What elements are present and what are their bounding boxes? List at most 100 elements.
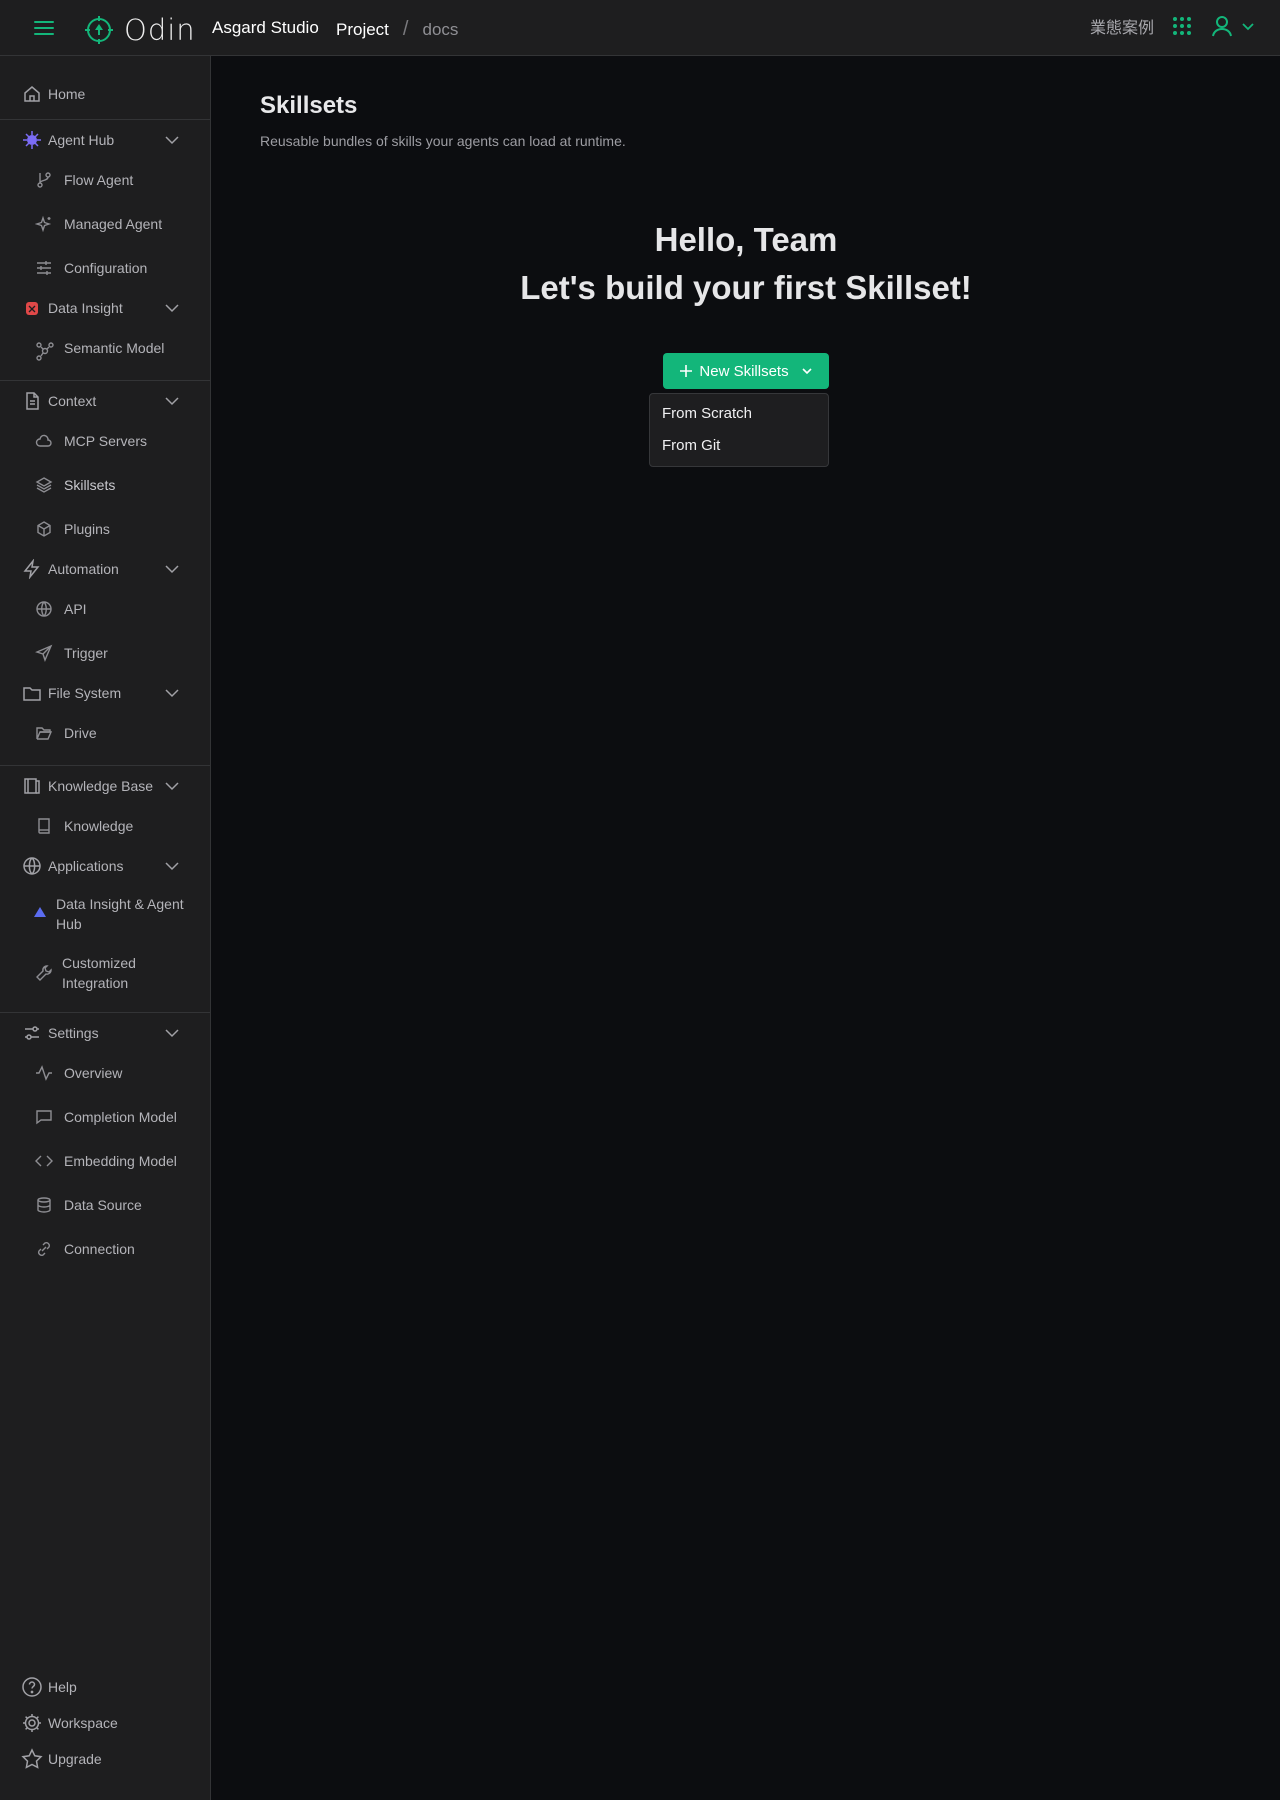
sidebar-item-knowledge[interactable]: Knowledge: [0, 816, 210, 836]
sidebar-item-managed-agent[interactable]: Managed Agent: [0, 214, 210, 234]
chevron-down-icon[interactable]: [164, 561, 180, 577]
industry-cases-link[interactable]: 業態案例: [1090, 14, 1154, 38]
sidebar-item-trigger[interactable]: Trigger: [0, 643, 210, 663]
sidebar-divider: [0, 765, 210, 766]
folder-icon: [22, 683, 42, 703]
main-content: Skillsets Reusable bundles of skills you…: [212, 57, 1280, 1800]
folder-open-icon: [35, 724, 53, 742]
sidebar-item-label: Knowledge: [64, 818, 134, 834]
sidebar-group-data-insight[interactable]: Data Insight: [0, 298, 210, 318]
sidebar-item-label: Data Insight & Agent Hub: [56, 896, 184, 932]
sidebar-item-label: Semantic Model: [64, 340, 165, 356]
sidebar-group-file-system[interactable]: File System: [0, 683, 210, 703]
sidebar-item-workspace[interactable]: Workspace: [0, 1712, 210, 1734]
sidebar-item-home[interactable]: Home: [0, 84, 210, 104]
organization-name[interactable]: Asgard Studio: [212, 18, 319, 38]
apps-grid-icon[interactable]: [1172, 16, 1192, 36]
chevron-down-icon[interactable]: [164, 1025, 180, 1041]
send-icon: [35, 644, 53, 662]
sidebar-item-label: Upgrade: [48, 1751, 102, 1767]
sidebar-group-applications[interactable]: Applications: [0, 856, 210, 876]
sidebar-item-plugins[interactable]: Plugins: [0, 519, 210, 539]
database-icon: [35, 1196, 53, 1214]
new-skillsets-label: New Skillsets: [699, 362, 789, 380]
sidebar-item-connection[interactable]: Connection: [0, 1239, 210, 1259]
chevron-down-icon[interactable]: [164, 778, 180, 794]
sidebar-item-label: Help: [48, 1679, 77, 1695]
sidebar-group-label: Applications: [48, 858, 124, 874]
sidebar-group-label: Context: [48, 393, 97, 409]
sidebar-item-embedding-model[interactable]: Embedding Model: [0, 1151, 210, 1171]
network-nodes-icon: [35, 341, 54, 361]
chevron-down-icon[interactable]: [164, 685, 180, 701]
top-bar: Odin Asgard Studio Project / docs 業態案例: [0, 0, 1280, 56]
code-icon: [35, 1152, 53, 1170]
chevron-down-icon: [801, 365, 813, 377]
cloud-icon: [35, 432, 53, 450]
greeting-heading: Hello, Team: [654, 221, 838, 258]
sidebar-item-customized-integration[interactable]: Customized Integration: [0, 953, 210, 993]
sidebar-item-api[interactable]: API: [0, 599, 210, 619]
sidebar-group-knowledge-base[interactable]: Knowledge Base: [0, 776, 210, 796]
sidebar-item-data-source[interactable]: Data Source: [0, 1195, 210, 1215]
user-icon: [1210, 14, 1234, 38]
new-skillsets-button[interactable]: New Skillsets: [663, 353, 829, 389]
brand-logo[interactable]: Odin: [84, 13, 196, 47]
help-circle-icon: [21, 1676, 43, 1698]
sidebar-group-automation[interactable]: Automation: [0, 559, 210, 579]
link-icon: [35, 1240, 53, 1258]
sidebar-item-label: Flow Agent: [64, 172, 134, 188]
wrench-icon: [35, 964, 53, 982]
plus-icon: [679, 364, 693, 378]
sidebar-item-label: Customized Integration: [62, 955, 136, 991]
sidebar-item-skillsets[interactable]: Skillsets: [0, 475, 210, 495]
sidebar-item-label: API: [64, 601, 87, 617]
sidebar-item-data-insight-agent-hub[interactable]: Data Insight & Agent Hub: [0, 894, 210, 934]
chevron-down-icon[interactable]: [164, 132, 180, 148]
sidebar-item-label: Managed Agent: [64, 216, 163, 232]
sidebar-group-context[interactable]: Context: [0, 391, 210, 411]
sidebar-item-completion-model[interactable]: Completion Model: [0, 1107, 210, 1127]
sidebar-item-label: Plugins: [64, 521, 110, 537]
book-open-icon: [22, 776, 42, 796]
sidebar-group-label: File System: [48, 685, 122, 701]
hamburger-menu-icon[interactable]: [32, 16, 56, 40]
sidebar-item-mcp-servers[interactable]: MCP Servers: [0, 431, 210, 451]
chevron-down-icon[interactable]: [164, 300, 180, 316]
sidebar: Home Agent Hub Flow Agent Managed Agent …: [0, 56, 211, 1800]
sidebar-item-overview[interactable]: Overview: [0, 1063, 210, 1083]
sidebar-group-settings[interactable]: Settings: [0, 1023, 210, 1043]
sidebar-item-label: Overview: [64, 1065, 123, 1081]
sidebar-item-label: MCP Servers: [64, 433, 147, 449]
sidebar-item-help[interactable]: Help: [0, 1676, 210, 1698]
star-icon: [21, 1748, 43, 1770]
sidebar-item-flow-agent[interactable]: Flow Agent: [0, 170, 210, 190]
sidebar-item-configuration[interactable]: Configuration: [0, 258, 210, 278]
dropdown-item-from-scratch[interactable]: From Scratch: [662, 405, 752, 422]
sidebar-item-semantic-model[interactable]: Semantic Model: [0, 338, 210, 361]
empty-state-heading: Let's build your first Skillset!: [520, 269, 972, 306]
sidebar-item-drive[interactable]: Drive: [0, 723, 210, 743]
globe-icon: [22, 856, 42, 876]
chevron-down-icon: [1240, 18, 1256, 34]
layers-icon: [35, 476, 53, 494]
page-description: Reusable bundles of skills your agents c…: [260, 133, 626, 149]
sidebar-group-label: Settings: [48, 1025, 99, 1041]
sparkles-icon: [35, 215, 53, 233]
breadcrumb-separator: /: [402, 18, 409, 40]
sidebar-item-label: Connection: [64, 1241, 135, 1257]
chevron-down-icon[interactable]: [164, 393, 180, 409]
user-menu[interactable]: [1210, 14, 1256, 38]
sidebar-divider: [0, 1012, 210, 1013]
sidebar-group-agent-hub[interactable]: Agent Hub: [0, 130, 210, 150]
sidebar-item-upgrade[interactable]: Upgrade: [0, 1748, 210, 1770]
sidebar-item-label: Trigger: [64, 645, 108, 661]
sidebar-group-label: Knowledge Base: [48, 778, 154, 794]
dropdown-item-from-git[interactable]: From Git: [662, 437, 720, 454]
gear-icon: [21, 1712, 43, 1734]
breadcrumb-current: docs: [422, 19, 459, 39]
agent-hub-icon: [22, 130, 42, 150]
breadcrumb-project[interactable]: Project: [336, 20, 389, 40]
lightning-icon: [22, 559, 42, 579]
chevron-down-icon[interactable]: [164, 858, 180, 874]
